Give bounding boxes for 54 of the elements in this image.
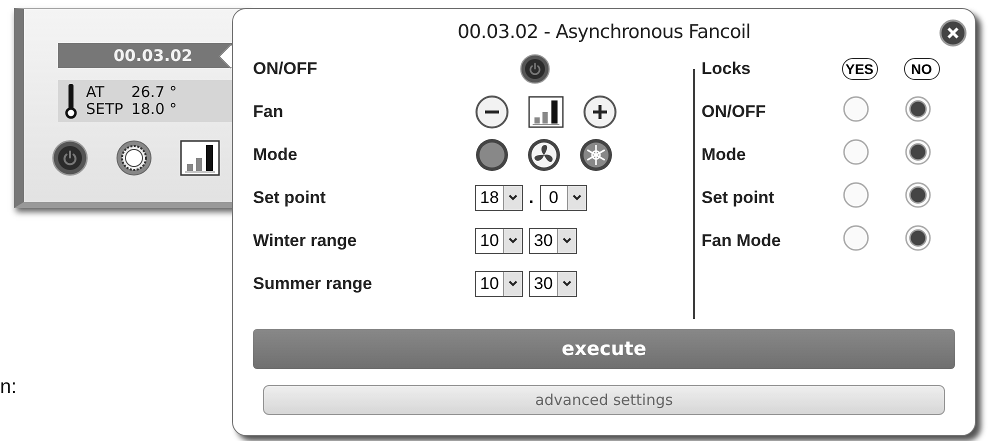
reading-value: 18.0 ° <box>131 101 177 118</box>
chevron-down-icon <box>562 237 572 244</box>
chevron-down-icon <box>508 280 518 287</box>
reading-label: SETP <box>86 101 124 118</box>
dropdown[interactable]: 10 <box>475 270 523 296</box>
plus-button[interactable] <box>583 94 617 128</box>
minus-button[interactable] <box>475 94 509 128</box>
power-button[interactable] <box>52 140 88 176</box>
lock-label: Mode <box>702 144 747 164</box>
lock-label: Set point <box>702 188 776 208</box>
dropdown[interactable]: 18 <box>475 184 523 210</box>
chevron-down-icon <box>508 194 518 201</box>
separator: . <box>528 188 534 208</box>
chevron-down-icon <box>508 237 518 244</box>
control-label: Fan <box>253 102 284 122</box>
thermometer-icon <box>64 83 78 119</box>
dialog-title: 00.03.02 - Asynchronous Fancoil <box>456 21 752 45</box>
radio-button[interactable] <box>842 224 870 252</box>
execute-button[interactable]: execute <box>253 329 955 369</box>
control-label: Summer range <box>253 274 374 294</box>
power-button[interactable] <box>520 54 550 84</box>
radio-button[interactable] <box>904 95 932 123</box>
radio-button[interactable] <box>904 181 932 209</box>
locks-heading: Locks <box>702 58 752 78</box>
close-icon[interactable] <box>939 19 967 47</box>
no-label: NO <box>904 58 940 80</box>
ring-button[interactable] <box>116 140 152 176</box>
control-label: Set point <box>253 188 327 208</box>
fan-speed-button[interactable] <box>527 96 565 128</box>
lock-label: Fan Mode <box>702 230 782 250</box>
snowflake-mode-button[interactable] <box>579 138 613 172</box>
fan-speed-button[interactable] <box>180 140 220 176</box>
dropdown[interactable]: 10 <box>475 228 523 254</box>
dropdown[interactable]: 30 <box>528 270 577 296</box>
caption-text: n: <box>0 376 17 398</box>
radio-button[interactable] <box>842 181 870 209</box>
radio-button[interactable] <box>904 138 932 166</box>
reading-value: 26.7 ° <box>131 84 177 101</box>
control-label: Winter range <box>253 230 358 250</box>
advanced-settings-button[interactable]: advanced settings <box>263 385 945 415</box>
dropdown[interactable]: 0 <box>540 184 587 210</box>
control-label: Mode <box>253 144 298 164</box>
radio-button[interactable] <box>842 95 870 123</box>
control-label: ON/OFF <box>253 58 318 78</box>
circle-mode-button[interactable] <box>475 138 509 172</box>
reading-label: AT <box>86 84 106 101</box>
lock-label: ON/OFF <box>702 102 767 122</box>
chevron-down-icon <box>562 280 572 287</box>
fan-mode-button[interactable] <box>527 138 561 172</box>
yes-label: YES <box>842 58 878 80</box>
radio-button[interactable] <box>842 138 870 166</box>
radio-button[interactable] <box>904 224 932 252</box>
dropdown[interactable]: 30 <box>528 228 577 254</box>
chevron-down-icon <box>572 194 582 201</box>
